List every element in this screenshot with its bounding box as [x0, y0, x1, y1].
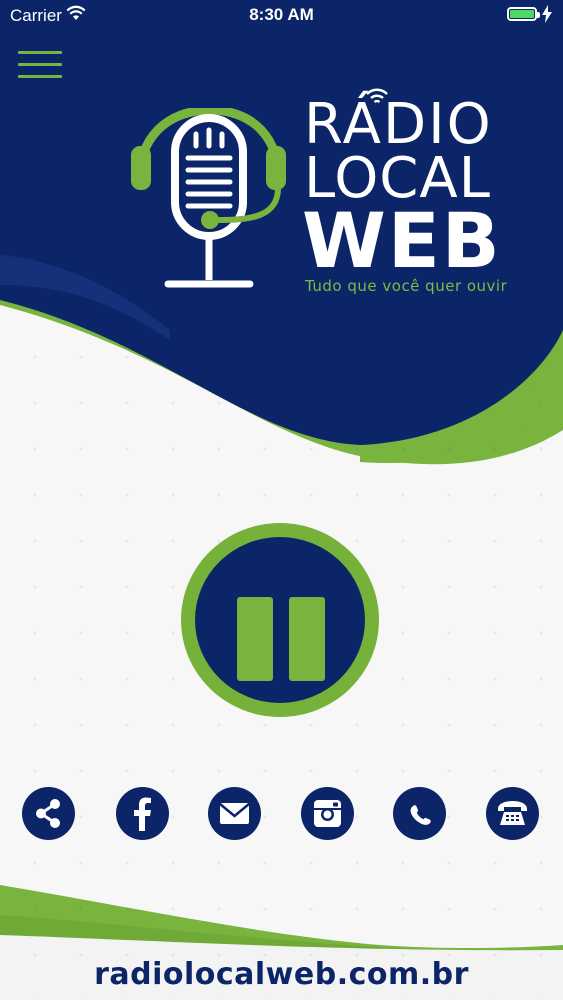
whatsapp-button[interactable]	[393, 787, 446, 840]
email-icon	[219, 803, 250, 824]
brand-line-3: WEB	[302, 196, 502, 285]
instagram-icon	[314, 800, 341, 827]
app-screen: Carrier 8:30 AM RÁDIO LOCAL WEB Tudo que…	[0, 0, 563, 1000]
whatsapp-icon	[410, 805, 431, 825]
pause-button[interactable]	[181, 523, 379, 717]
share-button[interactable]	[22, 787, 75, 840]
share-icon	[36, 799, 60, 828]
instagram-button[interactable]	[301, 787, 354, 840]
phone-button[interactable]	[486, 787, 539, 840]
battery-full-icon	[507, 7, 540, 21]
website-link[interactable]: radiolocalweb.com.br	[0, 957, 563, 992]
email-button[interactable]	[208, 787, 261, 840]
slogan: Tudo que você quer ouvir	[305, 277, 508, 295]
clock-time: 8:30 AM	[249, 5, 314, 24]
microphone-headset-icon	[131, 108, 286, 288]
charging-bolt-icon	[542, 5, 552, 23]
facebook-button[interactable]	[116, 787, 169, 840]
telephone-icon	[498, 801, 527, 825]
hamburger-menu-icon[interactable]	[18, 50, 62, 82]
status-bar: Carrier 8:30 AM	[0, 0, 563, 30]
facebook-icon	[134, 797, 151, 831]
pause-icon	[195, 537, 365, 703]
